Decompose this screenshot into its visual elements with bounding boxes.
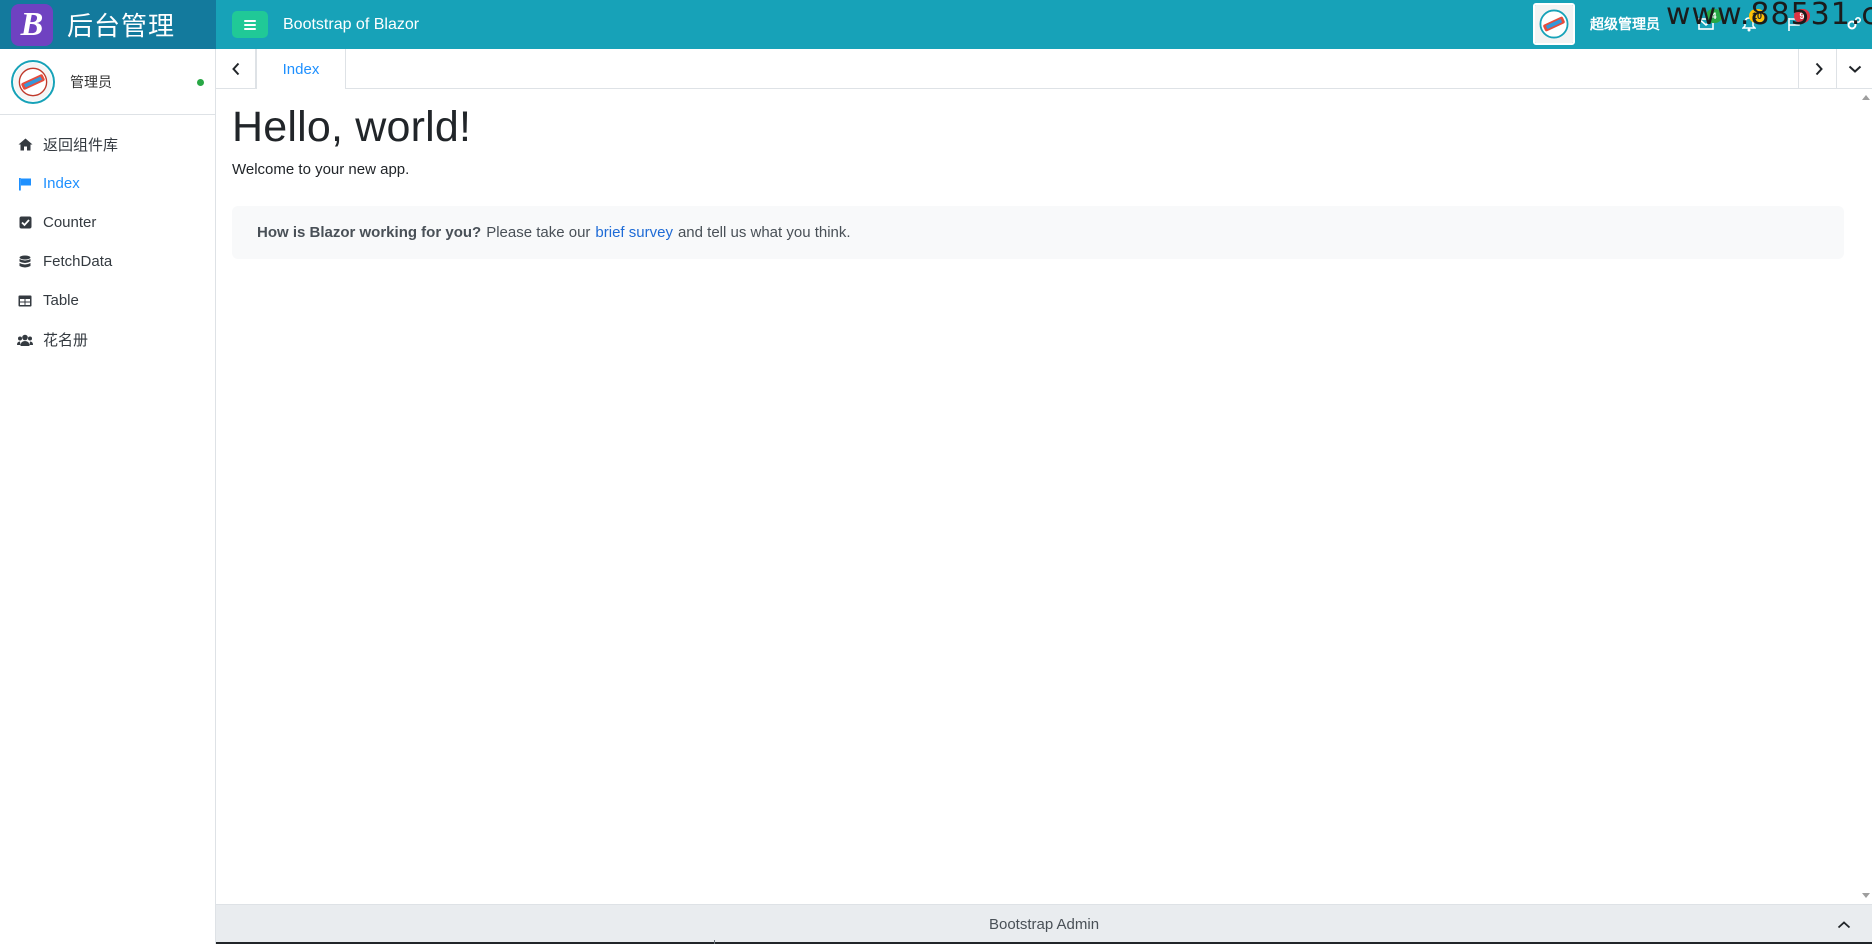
flag-icon	[17, 176, 33, 192]
brand[interactable]: B 后台管理	[0, 0, 216, 49]
check-square-icon	[17, 215, 33, 231]
sidebar-nav: 返回组件库 Index Counter FetchData Table 花名册	[0, 115, 215, 359]
sidebar-item-label: Counter	[43, 214, 97, 231]
home-icon	[17, 137, 33, 153]
header-avatar	[1533, 3, 1575, 45]
header-user-menu[interactable]: 超级管理员	[1533, 3, 1660, 45]
survey-question: How is Blazor working for you?	[257, 224, 482, 241]
survey-link[interactable]: brief survey	[595, 224, 673, 241]
sidebar-item-fetchdata[interactable]: FetchData	[0, 242, 215, 281]
footer-tick-mark	[714, 940, 715, 944]
brand-title: 后台管理	[67, 11, 176, 41]
users-icon	[17, 332, 33, 348]
sidebar-item-label: 返回组件库	[43, 137, 119, 154]
page-title: Hello, world!	[232, 103, 472, 151]
sidebar-item-label: FetchData	[43, 253, 113, 270]
back-to-top-button[interactable]	[1836, 917, 1852, 933]
tab-label: Index	[282, 60, 320, 78]
sidebar-item-back-to-components[interactable]: 返回组件库	[0, 125, 215, 164]
sidebar-item-index[interactable]: Index	[0, 164, 215, 203]
online-status-dot	[197, 79, 204, 86]
sidebar-item-label: Table	[43, 292, 79, 309]
sidebar-user-name: 管理员	[70, 73, 112, 90]
chevron-left-icon	[231, 62, 239, 75]
footer: Bootstrap Admin	[216, 904, 1872, 944]
sidebar-item-label: 花名册	[43, 332, 89, 349]
header-username: 超级管理员	[1590, 16, 1660, 32]
tab-index[interactable]: Index	[256, 49, 346, 89]
footer-text: Bootstrap Admin	[988, 916, 1100, 933]
app-title: Bootstrap of Blazor	[283, 16, 420, 33]
sidebar: 管理员 返回组件库 Index Counter FetchData Table …	[0, 49, 216, 944]
watermark-text: www.88531.cn	[1666, 0, 1872, 32]
menu-toggle-button[interactable]	[232, 11, 268, 38]
chevron-right-icon	[1815, 62, 1823, 75]
sidebar-item-counter[interactable]: Counter	[0, 203, 215, 242]
sidebar-item-roster[interactable]: 花名册	[0, 320, 215, 359]
sidebar-item-table[interactable]: Table	[0, 281, 215, 320]
avatar	[11, 59, 55, 104]
table-icon	[17, 293, 33, 309]
welcome-text: Welcome to your new app.	[232, 161, 410, 178]
survey-text-before: Please take our	[486, 224, 591, 241]
tab-scroll-right-button[interactable]	[1798, 49, 1838, 88]
database-icon	[17, 254, 33, 270]
top-header: B 后台管理 Bootstrap of Blazor 超级管理员 4 10 9 …	[0, 0, 1872, 49]
main-content: Hello, world! Welcome to your new app. H…	[216, 89, 1872, 904]
survey-text-after: and tell us what you think.	[677, 224, 851, 241]
scroll-down-arrow-icon[interactable]	[1862, 893, 1870, 898]
sidebar-item-label: Index	[43, 175, 80, 192]
tab-menu-dropdown-button[interactable]	[1836, 49, 1872, 88]
tab-scroll-left-button[interactable]	[216, 49, 256, 88]
chevron-up-icon	[1837, 921, 1851, 929]
tab-bar: Index	[216, 49, 1872, 89]
chevron-down-icon	[1848, 65, 1861, 73]
sidebar-user-panel[interactable]: 管理员	[0, 49, 215, 115]
scroll-up-arrow-icon[interactable]	[1862, 95, 1870, 100]
brand-logo: B	[11, 3, 53, 46]
vertical-scrollbar[interactable]	[1860, 89, 1872, 904]
survey-prompt: How is Blazor working for you? Please ta…	[232, 206, 1844, 259]
hamburger-icon	[244, 19, 256, 30]
